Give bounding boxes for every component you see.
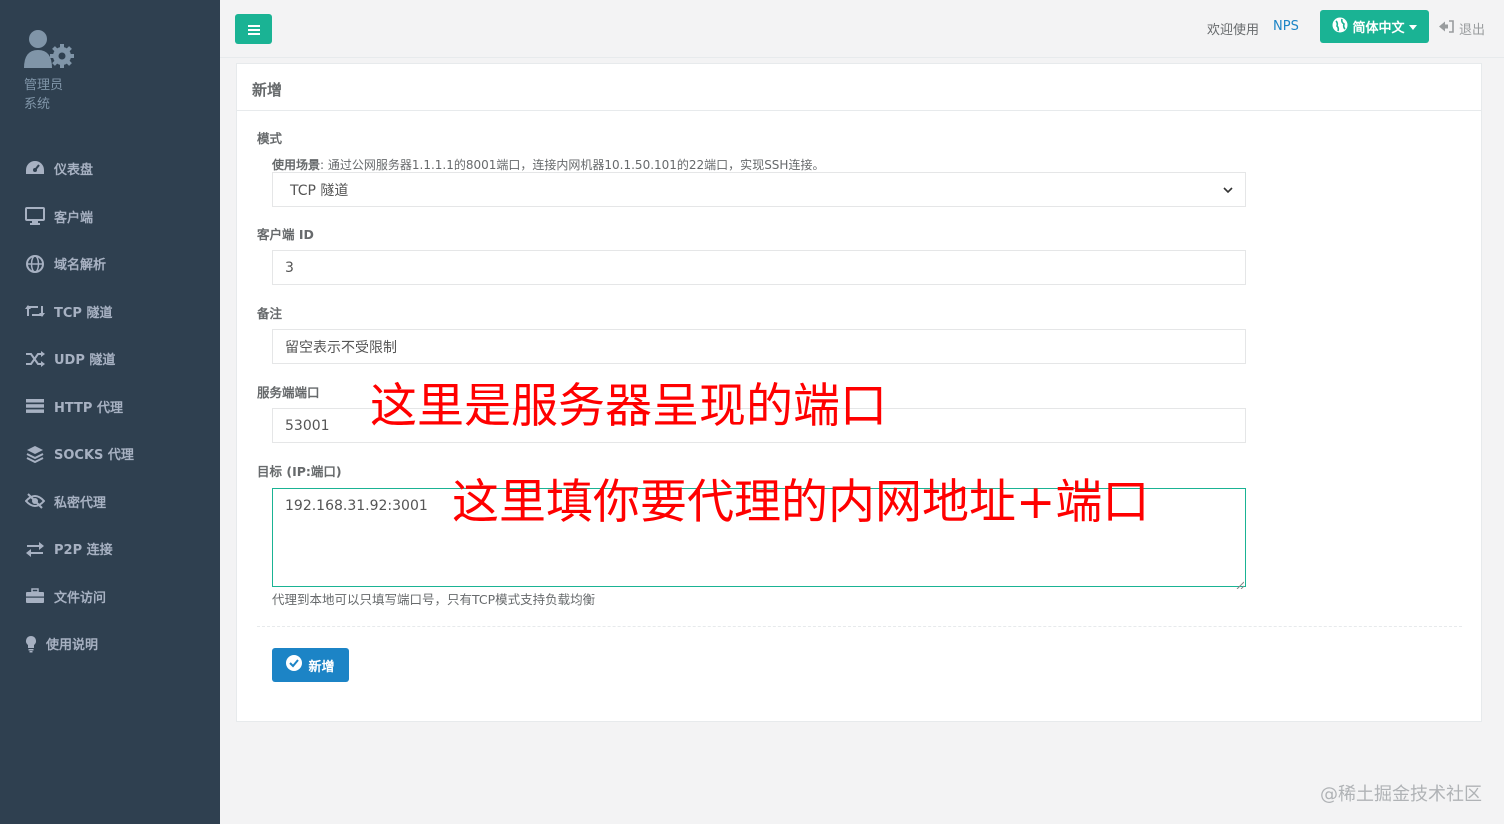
target-value: 192.168.31.92:3001 <box>285 498 428 514</box>
mode-select[interactable]: TCP 隧道 <box>272 172 1246 207</box>
sidebar-item-label: HTTP 代理 <box>54 400 123 416</box>
sidebar: 管理员 系统 仪表盘 客户端 域名解析 TCP 隧道 UDP 隧道 HTTP 代… <box>0 0 220 824</box>
sidebar-item-label: 域名解析 <box>54 258 107 274</box>
client-id-value: 3 <box>285 259 294 276</box>
form-divider <box>257 626 1462 627</box>
profile-system: 系统 <box>24 97 51 112</box>
sidebar-item-label: TCP 隧道 <box>54 305 113 321</box>
profile-role: 管理员 <box>24 78 64 93</box>
usage-hint-text: : 通过公网服务器1.1.1.1的8001端口，连接内网机器10.1.50.10… <box>320 158 825 172</box>
remark-placeholder: 留空表示不受限制 <box>285 339 397 356</box>
sidebar-item-udp[interactable]: UDP 隧道 <box>0 335 220 383</box>
retweet-icon <box>24 302 46 320</box>
user-gear-icon <box>24 28 76 70</box>
exchange-icon <box>24 540 46 558</box>
welcome-text: 欢迎使用 <box>1207 23 1260 38</box>
mode-select-value: TCP 隧道 <box>290 182 349 199</box>
sidebar-item-files[interactable]: 文件访问 <box>0 573 220 621</box>
mode-label: 模式 <box>257 131 283 146</box>
sidebar-nav: 仪表盘 客户端 域名解析 TCP 隧道 UDP 隧道 HTTP 代理 SOCKS… <box>0 145 220 668</box>
sidebar-item-label: 仪表盘 <box>54 163 94 179</box>
language-dropdown-button[interactable]: 简体中文 <box>1320 10 1429 43</box>
sidebar-item-label: SOCKS 代理 <box>54 448 134 464</box>
server-port-label: 服务端端口 <box>257 385 320 400</box>
hamburger-icon <box>247 20 260 39</box>
remark-label: 备注 <box>257 306 283 321</box>
usage-hint: 使用场景: 通过公网服务器1.1.1.1的8001端口，连接内网机器10.1.5… <box>272 156 824 173</box>
sidebar-item-socks[interactable]: SOCKS 代理 <box>0 430 220 478</box>
menu-toggle-button[interactable] <box>235 14 272 44</box>
usage-hint-title: 使用场景 <box>272 158 321 172</box>
target-label: 目标 (IP:端口) <box>257 464 342 479</box>
sidebar-item-tcp[interactable]: TCP 隧道 <box>0 288 220 336</box>
sidebar-item-dashboard[interactable]: 仪表盘 <box>0 145 220 193</box>
server-icon <box>24 397 46 415</box>
resize-grip-icon[interactable] <box>1236 577 1245 590</box>
language-label: 简体中文 <box>1352 21 1405 36</box>
check-circle-icon <box>286 655 303 675</box>
dashboard-icon <box>24 160 46 178</box>
monitor-icon <box>24 207 46 226</box>
chevron-down-icon <box>1223 182 1233 198</box>
sidebar-item-clients[interactable]: 客户端 <box>0 193 220 241</box>
layers-icon <box>24 445 46 463</box>
panel-title: 新增 <box>237 64 1481 111</box>
lightbulb-icon <box>24 635 38 653</box>
logout-label: 退出 <box>1459 23 1486 38</box>
topbar: 欢迎使用 NPS 简体中文 退出 <box>220 0 1504 58</box>
globe-icon <box>24 254 46 273</box>
eye-slash-icon <box>24 492 46 510</box>
shuffle-icon <box>24 350 46 368</box>
briefcase-icon <box>24 587 46 605</box>
nps-link[interactable]: NPS <box>1273 19 1299 34</box>
sidebar-item-p2p[interactable]: P2P 连接 <box>0 525 220 573</box>
target-help-text: 代理到本地可以只填写端口号，只有TCP模式支持负载均衡 <box>272 592 596 607</box>
sidebar-item-help[interactable]: 使用说明 <box>0 620 220 668</box>
sign-out-icon <box>1439 20 1454 37</box>
submit-label: 新增 <box>308 659 335 675</box>
sidebar-item-label: 文件访问 <box>54 590 107 606</box>
sidebar-item-http[interactable]: HTTP 代理 <box>0 383 220 431</box>
annotation-server-port: 这里是服务器呈现的端口 <box>370 379 887 434</box>
logout-link[interactable]: 退出 <box>1439 19 1485 38</box>
sidebar-item-label: UDP 隧道 <box>54 353 116 369</box>
client-id-input[interactable]: 3 <box>272 250 1246 285</box>
globe-icon <box>1332 17 1348 37</box>
submit-button[interactable]: 新增 <box>272 648 349 682</box>
client-id-label: 客户端 ID <box>257 227 314 242</box>
caret-down-icon <box>1408 19 1417 34</box>
sidebar-item-label: 私密代理 <box>54 495 107 511</box>
watermark: @稀土掘金技术社区 <box>1320 784 1482 805</box>
sidebar-item-secret[interactable]: 私密代理 <box>0 478 220 526</box>
sidebar-item-label: 客户端 <box>54 210 94 226</box>
sidebar-item-domain[interactable]: 域名解析 <box>0 240 220 288</box>
server-port-value: 53001 <box>285 417 330 434</box>
sidebar-item-label: P2P 连接 <box>54 543 113 559</box>
sidebar-item-label: 使用说明 <box>46 638 99 654</box>
profile: 管理员 系统 <box>24 28 76 114</box>
annotation-target: 这里填你要代理的内网地址+端口 <box>452 475 1150 530</box>
remark-input[interactable]: 留空表示不受限制 <box>272 329 1246 364</box>
